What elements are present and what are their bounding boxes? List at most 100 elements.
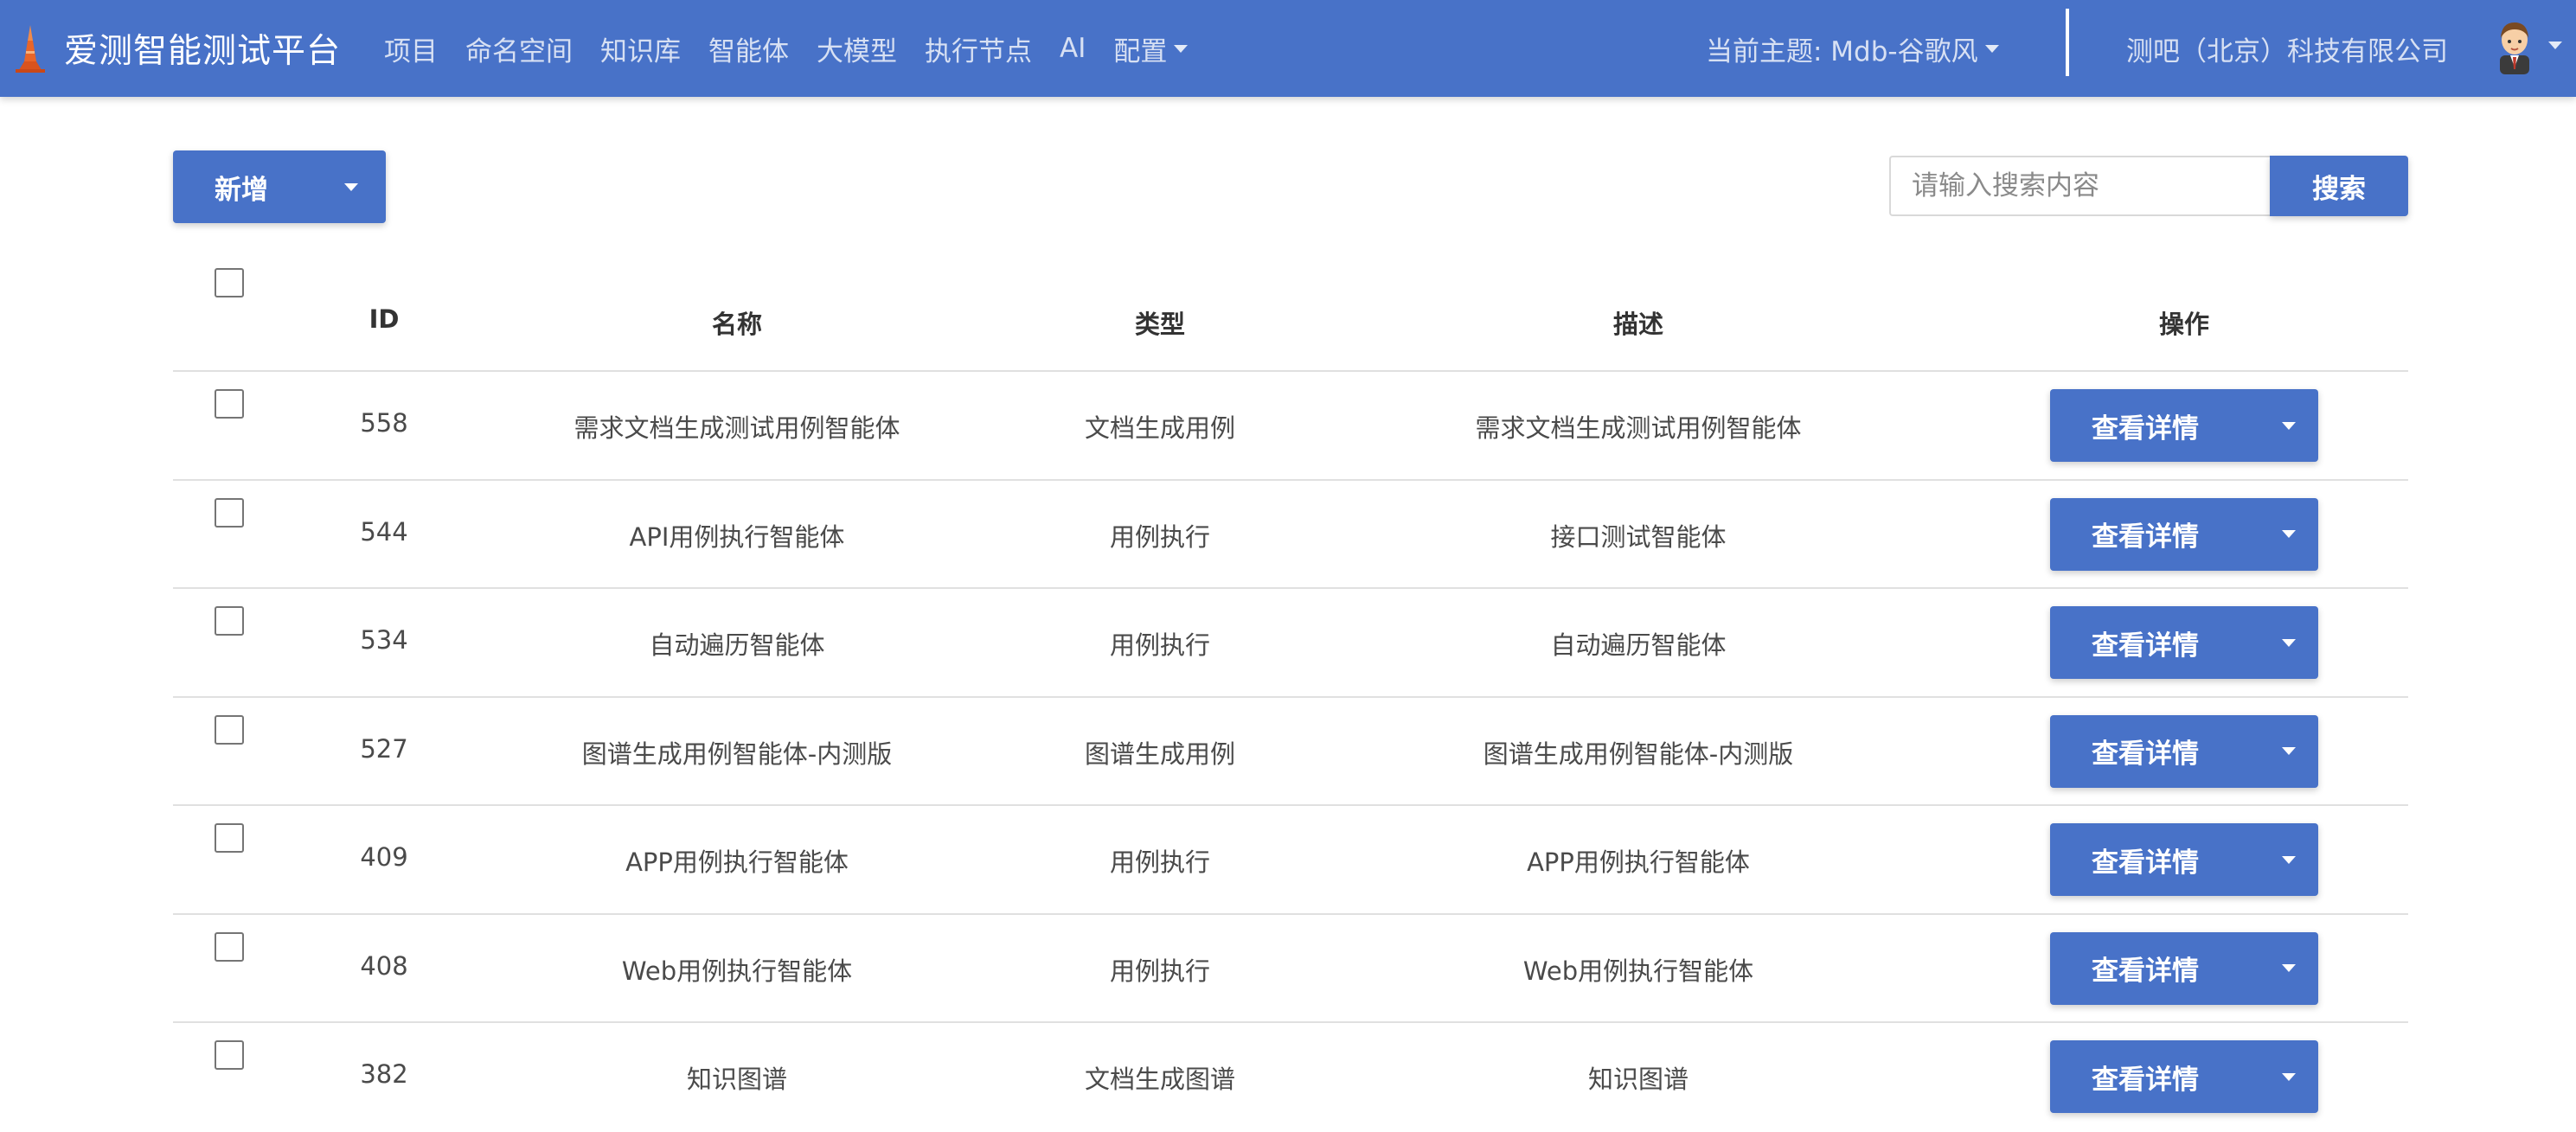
chevron-down-icon bbox=[2282, 530, 2296, 538]
nav-link-ai[interactable]: AI bbox=[1060, 33, 1086, 64]
chevron-down-icon bbox=[344, 182, 358, 191]
cell-name: API用例执行智能体 bbox=[629, 521, 845, 552]
nav-link-knowledge-base[interactable]: 知识库 bbox=[600, 29, 681, 68]
table-row: 534 自动遍历智能体 用例执行 自动遍历智能体 查看详情 bbox=[173, 589, 2408, 698]
row-checkbox[interactable] bbox=[215, 714, 244, 745]
theme-dropdown[interactable]: 当前主题: Mdb-谷歌风 bbox=[1706, 17, 1999, 80]
view-details-label: 查看详情 bbox=[2092, 630, 2199, 662]
cell-id: 382 bbox=[360, 1059, 408, 1089]
cell-description: 自动遍历智能体 bbox=[1550, 630, 1727, 660]
agents-table: ID 名称 类型 描述 操作 558 需求文档生成测试用例智能体 文档生成用例 … bbox=[173, 251, 2408, 1132]
header-actions: 操作 bbox=[2158, 310, 2210, 339]
row-checkbox[interactable] bbox=[215, 606, 244, 636]
add-button-label: 新增 bbox=[215, 174, 268, 206]
tower-logo-icon bbox=[16, 25, 45, 73]
row-checkbox[interactable] bbox=[215, 389, 244, 419]
nav-divider bbox=[2066, 9, 2069, 76]
nav-link-projects[interactable]: 项目 bbox=[384, 29, 438, 68]
view-details-button[interactable]: 查看详情 bbox=[2050, 823, 2318, 896]
cell-name: APP用例执行智能体 bbox=[625, 847, 849, 877]
header-id: ID bbox=[368, 304, 400, 334]
cell-description: Web用例执行智能体 bbox=[1522, 956, 1754, 986]
cell-description: 接口测试智能体 bbox=[1550, 521, 1727, 552]
cell-id: 534 bbox=[360, 625, 408, 655]
header-name: 名称 bbox=[711, 310, 763, 339]
cell-name: Web用例执行智能体 bbox=[621, 956, 853, 986]
nav-link-llm[interactable]: 大模型 bbox=[817, 29, 897, 68]
company-label: 测吧（北京）科技有限公司 bbox=[2126, 35, 2448, 67]
nav-link-namespaces[interactable]: 命名空间 bbox=[465, 29, 573, 68]
avatar bbox=[2500, 22, 2529, 74]
chevron-down-icon bbox=[2548, 41, 2562, 49]
cell-type: 文档生成图谱 bbox=[1084, 1065, 1236, 1094]
table-row: 409 APP用例执行智能体 用例执行 APP用例执行智能体 查看详情 bbox=[173, 806, 2408, 915]
table-header: ID 名称 类型 描述 操作 bbox=[173, 251, 2408, 372]
cell-type: 用例执行 bbox=[1109, 956, 1211, 986]
nav-link-label: 智能体 bbox=[708, 35, 789, 67]
cell-description: 需求文档生成测试用例智能体 bbox=[1475, 413, 1802, 443]
view-details-label: 查看详情 bbox=[2092, 1064, 2199, 1096]
chevron-down-icon bbox=[1984, 44, 1999, 53]
table-row: 527 图谱生成用例智能体-内测版 图谱生成用例 图谱生成用例智能体-内测版 查… bbox=[173, 698, 2408, 806]
view-details-label: 查看详情 bbox=[2092, 739, 2199, 770]
nav-link-label: 大模型 bbox=[817, 35, 897, 67]
chevron-down-icon bbox=[2282, 1072, 2296, 1081]
theme-label: 当前主题: Mdb-谷歌风 bbox=[1706, 35, 1978, 67]
nav-link-label: 项目 bbox=[384, 35, 438, 67]
row-checkbox[interactable] bbox=[215, 1040, 244, 1070]
search-button[interactable]: 搜索 bbox=[2270, 156, 2408, 216]
add-dropdown-button[interactable]: 新增 bbox=[173, 150, 386, 223]
cell-name: 需求文档生成测试用例智能体 bbox=[574, 413, 900, 443]
cell-id: 527 bbox=[360, 733, 408, 764]
view-details-button[interactable]: 查看详情 bbox=[2050, 389, 2318, 462]
cell-type: 图谱生成用例 bbox=[1084, 739, 1236, 769]
company-name: 测吧（北京）科技有限公司 bbox=[2126, 17, 2448, 80]
nav-link-label: 知识库 bbox=[600, 35, 681, 67]
table-row: 382 知识图谱 文档生成图谱 知识图谱 查看详情 bbox=[173, 1023, 2408, 1132]
chevron-down-icon bbox=[2282, 638, 2296, 647]
table-row: 558 需求文档生成测试用例智能体 文档生成用例 需求文档生成测试用例智能体 查… bbox=[173, 372, 2408, 481]
cell-id: 558 bbox=[360, 408, 408, 438]
row-checkbox[interactable] bbox=[215, 497, 244, 528]
search-input[interactable] bbox=[1889, 156, 2272, 216]
select-all-checkbox[interactable] bbox=[215, 268, 244, 297]
search-button-label: 搜索 bbox=[2312, 173, 2366, 205]
view-details-button[interactable]: 查看详情 bbox=[2050, 931, 2318, 1005]
view-details-button[interactable]: 查看详情 bbox=[2050, 497, 2318, 571]
header-type: 类型 bbox=[1134, 310, 1186, 339]
chevron-down-icon bbox=[2282, 747, 2296, 755]
top-navbar: 爱测智能测试平台 项目 命名空间 知识库 智能体 大模型 执行节点 AI 配置 … bbox=[0, 0, 2576, 97]
row-checkbox[interactable] bbox=[215, 931, 244, 962]
cell-description: APP用例执行智能体 bbox=[1527, 847, 1750, 877]
nav-link-label: 命名空间 bbox=[465, 35, 573, 67]
nav-link-agents[interactable]: 智能体 bbox=[708, 29, 789, 68]
nav-link-label: 执行节点 bbox=[925, 35, 1032, 67]
cell-name: 图谱生成用例智能体-内测版 bbox=[581, 739, 893, 769]
cell-type: 用例执行 bbox=[1109, 521, 1211, 552]
brand[interactable]: 爱测智能测试平台 bbox=[12, 14, 341, 83]
cell-type: 用例执行 bbox=[1109, 847, 1211, 877]
view-details-button[interactable]: 查看详情 bbox=[2050, 1040, 2318, 1113]
view-details-button[interactable]: 查看详情 bbox=[2050, 606, 2318, 679]
chevron-down-icon bbox=[2282, 855, 2296, 864]
view-details-label: 查看详情 bbox=[2092, 847, 2199, 879]
user-menu[interactable] bbox=[2488, 10, 2562, 80]
cell-name: 自动遍历智能体 bbox=[649, 630, 825, 660]
row-checkbox[interactable] bbox=[215, 823, 244, 853]
nav-links: 项目 命名空间 知识库 智能体 大模型 执行节点 AI 配置 bbox=[384, 17, 1215, 80]
view-details-label: 查看详情 bbox=[2092, 956, 2199, 987]
chevron-down-icon bbox=[1174, 44, 1189, 53]
cell-description: 图谱生成用例智能体-内测版 bbox=[1483, 739, 1794, 769]
chevron-down-icon bbox=[2282, 421, 2296, 430]
nav-link-config-dropdown[interactable]: 配置 bbox=[1113, 29, 1189, 68]
nav-link-label: 配置 bbox=[1113, 35, 1168, 67]
brand-title: 爱测智能测试平台 bbox=[64, 32, 342, 71]
view-details-label: 查看详情 bbox=[2092, 413, 2199, 444]
cell-id: 408 bbox=[360, 950, 408, 981]
cell-name: 知识图谱 bbox=[686, 1065, 788, 1094]
view-details-button[interactable]: 查看详情 bbox=[2050, 714, 2318, 788]
nav-link-exec-nodes[interactable]: 执行节点 bbox=[925, 29, 1032, 68]
cell-type: 文档生成用例 bbox=[1084, 413, 1236, 443]
cell-id: 409 bbox=[360, 842, 408, 872]
cell-description: 知识图谱 bbox=[1587, 1065, 1689, 1094]
